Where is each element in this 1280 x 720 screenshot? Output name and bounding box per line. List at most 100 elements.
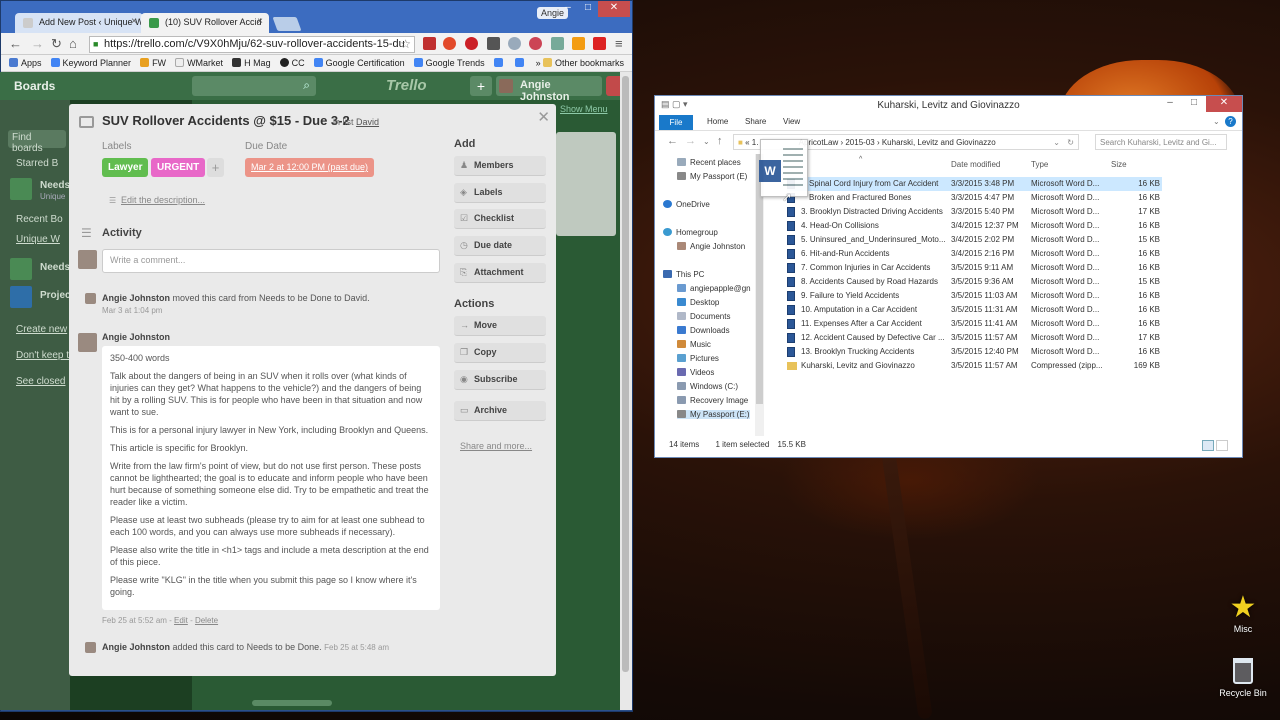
details-view-icon[interactable] <box>1202 440 1214 451</box>
ribbon-expand-icon[interactable]: ⌄ <box>1213 117 1220 126</box>
file-row[interactable]: 4. Head-On Collisions 3/4/2015 12:37 PM Mi… <box>787 219 1162 233</box>
file-row[interactable]: 12. Accident Caused by Defective Car ...… <box>787 331 1162 345</box>
forward-icon[interactable]: → <box>31 36 44 52</box>
file-row[interactable]: 6. Hit-and-Run Accidents 3/4/2015 2:16 PM… <box>787 247 1162 261</box>
sidebar-link[interactable]: Don't keep t <box>16 350 69 361</box>
bookmark-keyword-planner[interactable]: Keyword Planner <box>50 58 131 68</box>
desktop-icon-recycle-bin[interactable]: Recycle Bin <box>1216 658 1270 698</box>
tab-add-new-post[interactable]: Add New Post ‹ Unique W × <box>15 13 143 33</box>
nav-desktop[interactable]: Desktop <box>677 298 719 307</box>
add-label-button[interactable]: + <box>207 158 224 177</box>
minimize-icon[interactable]: – <box>1158 96 1182 112</box>
reload-icon[interactable]: ↻ <box>51 36 62 52</box>
add-button[interactable]: + <box>470 76 492 96</box>
close-window-icon[interactable]: ✕ <box>598 1 630 17</box>
nav-item[interactable]: angiepapple@gn <box>677 284 751 293</box>
find-boards-input[interactable]: Find boards <box>8 130 66 154</box>
activity-user[interactable]: Angie Johnston <box>102 642 170 652</box>
bookmark-google-icon[interactable] <box>493 58 506 68</box>
up-icon[interactable]: ↑ <box>717 135 723 147</box>
nav-documents[interactable]: Documents <box>677 312 730 321</box>
bookmark-google-certification[interactable]: Google Certification <box>313 58 405 68</box>
back-icon[interactable]: ← <box>667 135 678 147</box>
desktop-icon-misc[interactable]: ★ Misc <box>1218 592 1268 635</box>
file-row[interactable]: 7. Common Injuries in Car Accidents 3/5/2… <box>787 261 1162 275</box>
refresh-icon[interactable]: ↻ <box>1067 138 1074 147</box>
other-bookmarks[interactable]: Other bookmarks <box>542 58 624 68</box>
close-tab-icon[interactable]: × <box>257 16 263 27</box>
home-icon[interactable]: ⌂ <box>69 36 77 52</box>
ribbon-tab-share[interactable]: Share <box>745 117 766 126</box>
column-size[interactable]: Size <box>1111 160 1127 169</box>
attachment-button[interactable]: ⎘ Attachment <box>454 263 546 283</box>
activity-date[interactable]: Mar 3 at 1:04 pm <box>102 306 162 315</box>
column-date-modified[interactable]: Date modified <box>951 160 1000 169</box>
label-lawyer[interactable]: Lawyer <box>102 158 149 177</box>
edit-comment-link[interactable]: Edit <box>174 616 188 625</box>
activity-user[interactable]: Angie Johnston <box>102 293 170 303</box>
list-link[interactable]: David <box>356 117 379 127</box>
bookmark-wmarket[interactable]: WMarket <box>175 58 223 68</box>
extension-icon[interactable] <box>529 37 542 50</box>
bookmark-google-icon[interactable] <box>514 58 527 68</box>
board-link[interactable]: Needs <box>40 180 70 191</box>
file-row[interactable]: 3. Brooklyn Distracted Driving Accidents… <box>787 205 1162 219</box>
back-icon[interactable]: ← <box>9 36 22 52</box>
explorer-search-input[interactable]: Search Kuharski, Levitz and Gi... <box>1095 134 1227 150</box>
nav-my-passport-e[interactable]: My Passport (E:) <box>677 410 750 419</box>
minimize-icon[interactable]: – <box>558 1 578 17</box>
file-row[interactable]: 5. Uninsured_and_Underinsured_Moto... 3/4… <box>787 233 1162 247</box>
pinterest-icon[interactable] <box>465 37 478 50</box>
labels-button[interactable]: ◈ Labels <box>454 183 546 203</box>
file-row[interactable]: 13. Brooklyn Trucking Accidents 3/5/2015 … <box>787 345 1162 359</box>
tab-trello[interactable]: (10) SUV Rollover Accid × <box>141 13 269 33</box>
board-link[interactable]: Unique W <box>16 234 60 245</box>
large-icons-view-icon[interactable] <box>1216 440 1228 451</box>
dragged-word-document-icon[interactable]: W <box>759 139 808 197</box>
forward-icon[interactable]: → <box>685 135 696 147</box>
nav-pictures[interactable]: Pictures <box>677 354 719 363</box>
scrollbar-thumb[interactable] <box>252 700 332 706</box>
checklist-button[interactable]: ☑ Checklist <box>454 209 546 229</box>
close-window-icon[interactable]: ✕ <box>1206 96 1242 112</box>
nav-windows-c[interactable]: Windows (C:) <box>677 382 738 391</box>
ribbon-tab-file[interactable]: File <box>659 115 693 130</box>
extension-icon[interactable] <box>443 37 456 50</box>
nav-homegroup[interactable]: Homegroup <box>663 228 718 237</box>
nav-recovery-image[interactable]: Recovery Image <box>677 396 748 405</box>
nav-this-pc[interactable]: This PC <box>663 270 704 279</box>
file-row[interactable]: 11. Expenses After a Car Accident 3/5/201… <box>787 317 1162 331</box>
board-link[interactable]: Needs <box>40 262 70 273</box>
nav-videos[interactable]: Videos <box>677 368 714 377</box>
bookmark-fw[interactable]: FW <box>140 58 166 68</box>
user-menu[interactable]: Angie Johnston <box>496 76 602 103</box>
file-row[interactable]: Spinal Cord Injury from Car Accident 3/3/… <box>787 177 1162 191</box>
close-icon[interactable]: ✕ <box>537 108 550 126</box>
extension-icon[interactable] <box>423 37 436 50</box>
archive-button[interactable]: ▭ Archive <box>454 401 546 421</box>
column-type[interactable]: Type <box>1031 160 1048 169</box>
help-icon[interactable]: ? <box>1225 116 1236 127</box>
card-title[interactable]: SUV Rollover Accidents @ $15 - Due 3-2 <box>102 113 350 128</box>
closed-boards-link[interactable]: See closed <box>16 376 65 387</box>
extension-icon[interactable] <box>593 37 606 50</box>
maximize-icon[interactable]: □ <box>1182 96 1206 112</box>
create-board-link[interactable]: Create new <box>16 324 67 335</box>
address-bar[interactable]: ■ https://trello.com/c/V9X0hMju/62-suv-r… <box>89 36 415 53</box>
due-date-badge[interactable]: Mar 2 at 12:00 PM (past due) <box>245 158 375 177</box>
bookmark-hmag[interactable]: H Mag <box>232 58 271 68</box>
notifications-icon[interactable] <box>606 76 620 96</box>
nav-user[interactable]: Angie Johnston <box>677 242 745 251</box>
ribbon-tab-view[interactable]: View <box>783 117 800 126</box>
comment-input[interactable]: Write a comment... <box>102 249 440 273</box>
bookmark-google-trends[interactable]: Google Trends <box>413 58 485 68</box>
file-row[interactable]: 9. Failure to Yield Accidents 3/5/2015 11… <box>787 289 1162 303</box>
bookmarks-overflow[interactable]: » <box>536 58 541 68</box>
breadcrumb-2015-03[interactable]: 2015-03 <box>845 138 874 147</box>
show-menu-link[interactable]: Show Menu <box>560 104 608 114</box>
delete-comment-link[interactable]: Delete <box>195 616 218 625</box>
page-scrollbar[interactable] <box>620 72 632 710</box>
bookmark-apps[interactable]: Apps <box>9 58 42 68</box>
extension-icon[interactable] <box>551 37 564 50</box>
close-tab-icon[interactable]: × <box>131 16 137 27</box>
